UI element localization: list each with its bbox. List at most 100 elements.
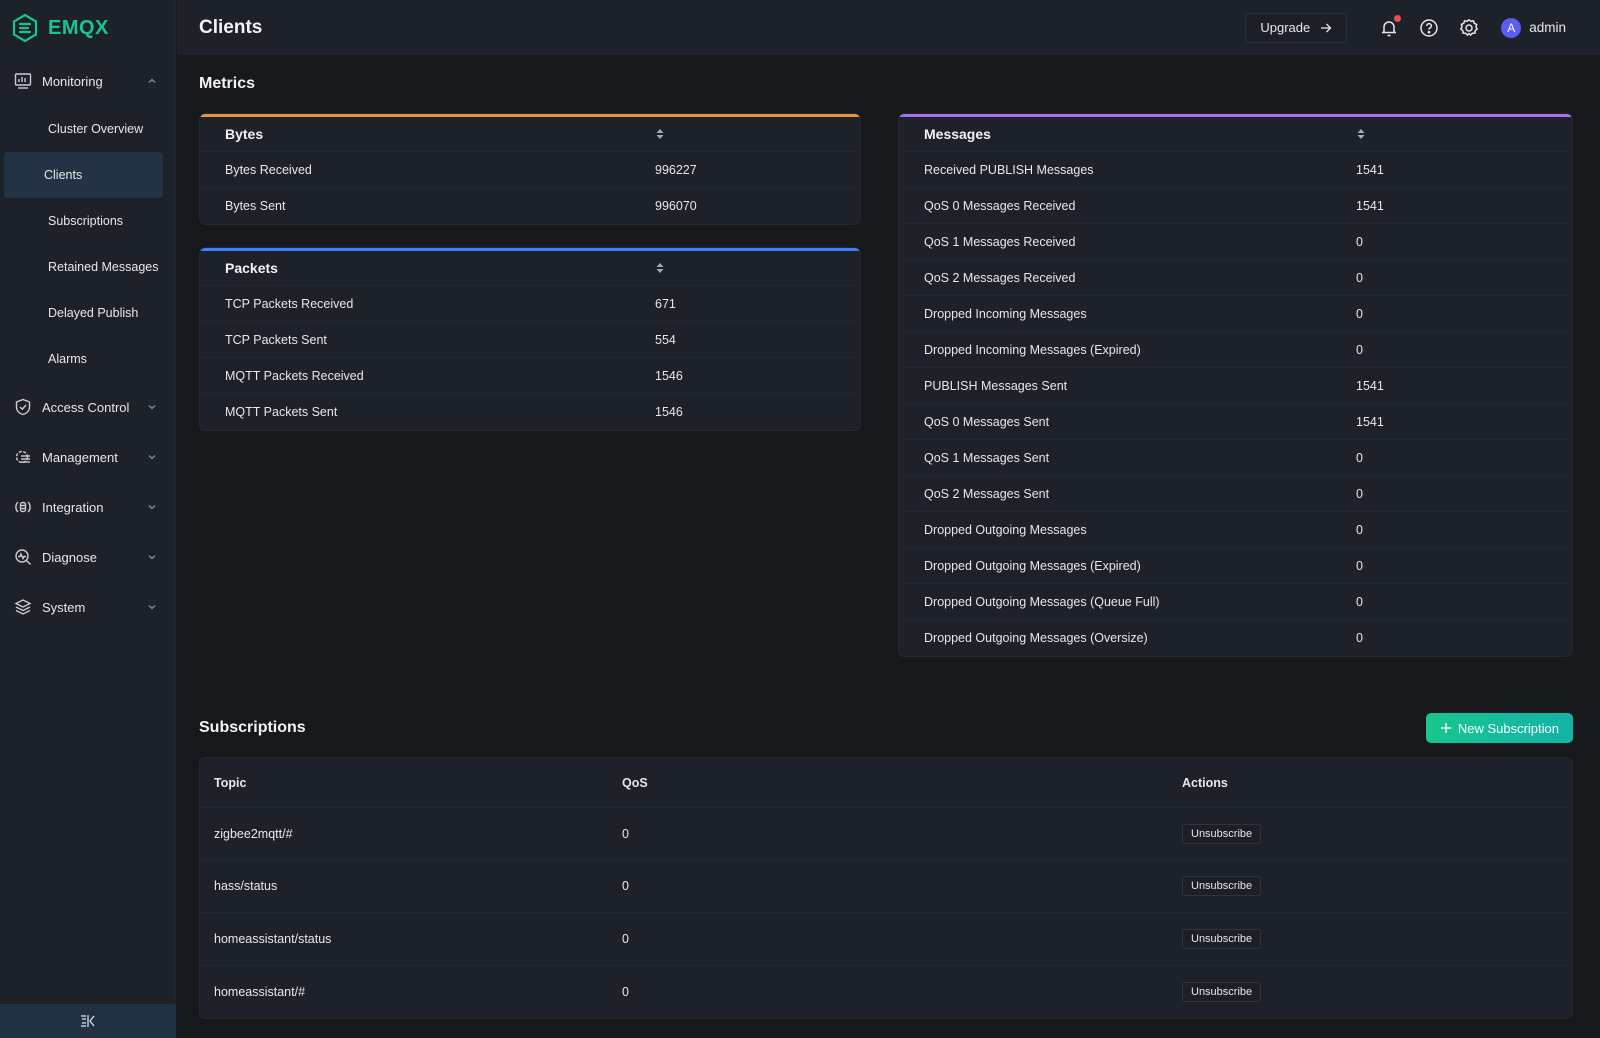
sort-icon[interactable] (655, 128, 665, 140)
collapse-sidebar-button[interactable] (0, 1004, 176, 1038)
chevron-down-icon (148, 605, 156, 610)
sidebar-group-label: Integration (42, 499, 104, 515)
logo[interactable]: EMQX (0, 0, 175, 56)
metric-value: 0 (1356, 306, 1363, 321)
sidebar-item-cluster-overview[interactable]: Cluster Overview (4, 106, 163, 152)
table-row: hass/status 0 Unsubscribe (200, 861, 1572, 913)
sidebar-item-label: Delayed Publish (48, 306, 139, 320)
metric-row: QoS 2 Messages Received 0 (899, 260, 1572, 296)
packets-card-header: Packets (200, 251, 860, 286)
messages-card: Messages Received PUBLISH Messages 1541 Qo… (898, 113, 1573, 657)
metric-row: Received PUBLISH Messages 1541 (899, 152, 1572, 188)
metric-value: 0 (1356, 486, 1363, 501)
metric-value: 996070 (655, 199, 697, 213)
metric-value: 1546 (655, 405, 683, 419)
table-row: homeassistant/# 0 Unsubscribe (200, 966, 1572, 1019)
metric-label: QoS 2 Messages Received (924, 270, 1076, 285)
notifications-button[interactable] (1379, 14, 1402, 38)
settings-button[interactable] (1459, 18, 1479, 38)
table-row: homeassistant/status 0 Unsubscribe (200, 913, 1572, 966)
new-subscription-button[interactable]: New Subscription (1425, 713, 1573, 743)
sidebar-group-diagnose[interactable]: Diagnose (0, 532, 175, 582)
metric-value: 0 (1356, 558, 1363, 573)
metric-value: 1541 (1356, 414, 1384, 429)
subscriptions-rows: zigbee2mqtt/# 0 Unsubscribe hass/status 0 Uns… (200, 808, 1572, 1018)
metric-label: Dropped Outgoing Messages (Oversize) (924, 631, 1148, 645)
qos-cell: 0 (622, 826, 629, 841)
upgrade-label: Upgrade (1260, 20, 1311, 35)
metric-row: QoS 0 Messages Sent 1541 (899, 404, 1572, 440)
metric-row: MQTT Packets Sent 1546 (200, 394, 860, 430)
metric-row: PUBLISH Messages Sent 1541 (899, 368, 1572, 404)
metric-value: 1541 (1356, 198, 1384, 213)
unsubscribe-button[interactable]: Unsubscribe (1182, 823, 1262, 844)
emqx-logo-icon (12, 13, 38, 43)
topic-cell: homeassistant/# (214, 984, 306, 999)
metric-row: QoS 2 Messages Sent 0 (899, 476, 1572, 512)
metric-row: QoS 1 Messages Received 0 (899, 224, 1572, 260)
topic-cell: hass/status (214, 879, 278, 894)
user-menu[interactable]: A admin (1501, 17, 1566, 38)
sidebar: EMQX Monitoring Cluster Overview Clients… (0, 0, 176, 1038)
sort-icon[interactable] (655, 262, 665, 274)
metric-row: MQTT Packets Received 1546 (200, 358, 860, 394)
metric-value: 0 (1356, 234, 1363, 249)
plus-icon (1440, 723, 1451, 733)
metric-label: Dropped Incoming Messages (924, 306, 1087, 321)
unsubscribe-button[interactable]: Unsubscribe (1182, 981, 1262, 1002)
sidebar-item-clients[interactable]: Clients (4, 152, 163, 198)
metric-value: 0 (1356, 522, 1363, 537)
subscriptions-title: Subscriptions (199, 719, 306, 736)
metric-row: Dropped Outgoing Messages 0 (899, 512, 1572, 548)
metric-label: QoS 2 Messages Sent (924, 486, 1050, 501)
sidebar-group-management[interactable]: Management (0, 432, 175, 482)
sidebar-item-subscriptions[interactable]: Subscriptions (4, 198, 163, 244)
messages-card-header: Messages (899, 117, 1572, 152)
sidebar-group-label: Management (42, 449, 118, 465)
username: admin (1529, 20, 1566, 35)
avatar: A (1501, 17, 1522, 38)
top-header: Clients Upgrade A admin (177, 0, 1600, 55)
sidebar-group-system[interactable]: System (0, 582, 175, 632)
metric-value: 1541 (1356, 378, 1384, 393)
metric-value: 1546 (655, 368, 683, 383)
sidebar-item-delayed-publish[interactable]: Delayed Publish (4, 290, 163, 336)
messages-card-title: Messages (924, 126, 991, 142)
sidebar-item-retained-messages[interactable]: Retained Messages (4, 244, 163, 290)
actions-cell: Unsubscribe (1182, 876, 1572, 897)
metric-label: QoS 1 Messages Sent (924, 450, 1050, 465)
upgrade-button[interactable]: Upgrade (1245, 12, 1348, 43)
metric-value: 0 (1356, 270, 1363, 285)
metric-row: Dropped Incoming Messages (Expired) 0 (899, 332, 1572, 368)
chevron-down-icon (148, 405, 156, 410)
metric-row: TCP Packets Sent 554 (200, 322, 860, 358)
notification-badge (1394, 14, 1402, 22)
monitor-chart-icon (14, 73, 32, 89)
metric-label: PUBLISH Messages Sent (924, 378, 1068, 393)
unsubscribe-button[interactable]: Unsubscribe (1182, 928, 1262, 949)
metric-row: Bytes Sent 996070 (200, 188, 860, 224)
metric-row: Dropped Outgoing Messages (Queue Full) 0 (899, 584, 1572, 620)
metric-value: 554 (655, 332, 676, 347)
sidebar-group-access-control[interactable]: Access Control (0, 382, 175, 432)
sidebar-group-label: System (42, 599, 86, 615)
arrow-right-icon (1321, 23, 1332, 32)
metric-value: 0 (1356, 342, 1363, 357)
help-button[interactable] (1419, 18, 1439, 38)
actions-cell: Unsubscribe (1182, 823, 1572, 844)
metric-label: Bytes Sent (225, 199, 286, 213)
app-name: EMQX (48, 16, 109, 39)
sort-icon[interactable] (1356, 128, 1366, 140)
sidebar-group-monitoring[interactable]: Monitoring (0, 56, 175, 106)
search-pulse-icon (15, 549, 31, 565)
qos-cell: 0 (622, 879, 629, 894)
sidebar-group-label: Monitoring (42, 73, 103, 89)
unsubscribe-button[interactable]: Unsubscribe (1182, 876, 1262, 897)
sidebar-group-integration[interactable]: Integration (0, 482, 175, 532)
sidebar-group-label: Access Control (42, 399, 130, 415)
bytes-card-title: Bytes (225, 126, 264, 142)
metric-label: TCP Packets Received (225, 296, 354, 311)
sidebar-item-alarms[interactable]: Alarms (4, 336, 163, 382)
topic-cell: homeassistant/status (214, 931, 332, 946)
qos-cell: 0 (622, 984, 629, 999)
